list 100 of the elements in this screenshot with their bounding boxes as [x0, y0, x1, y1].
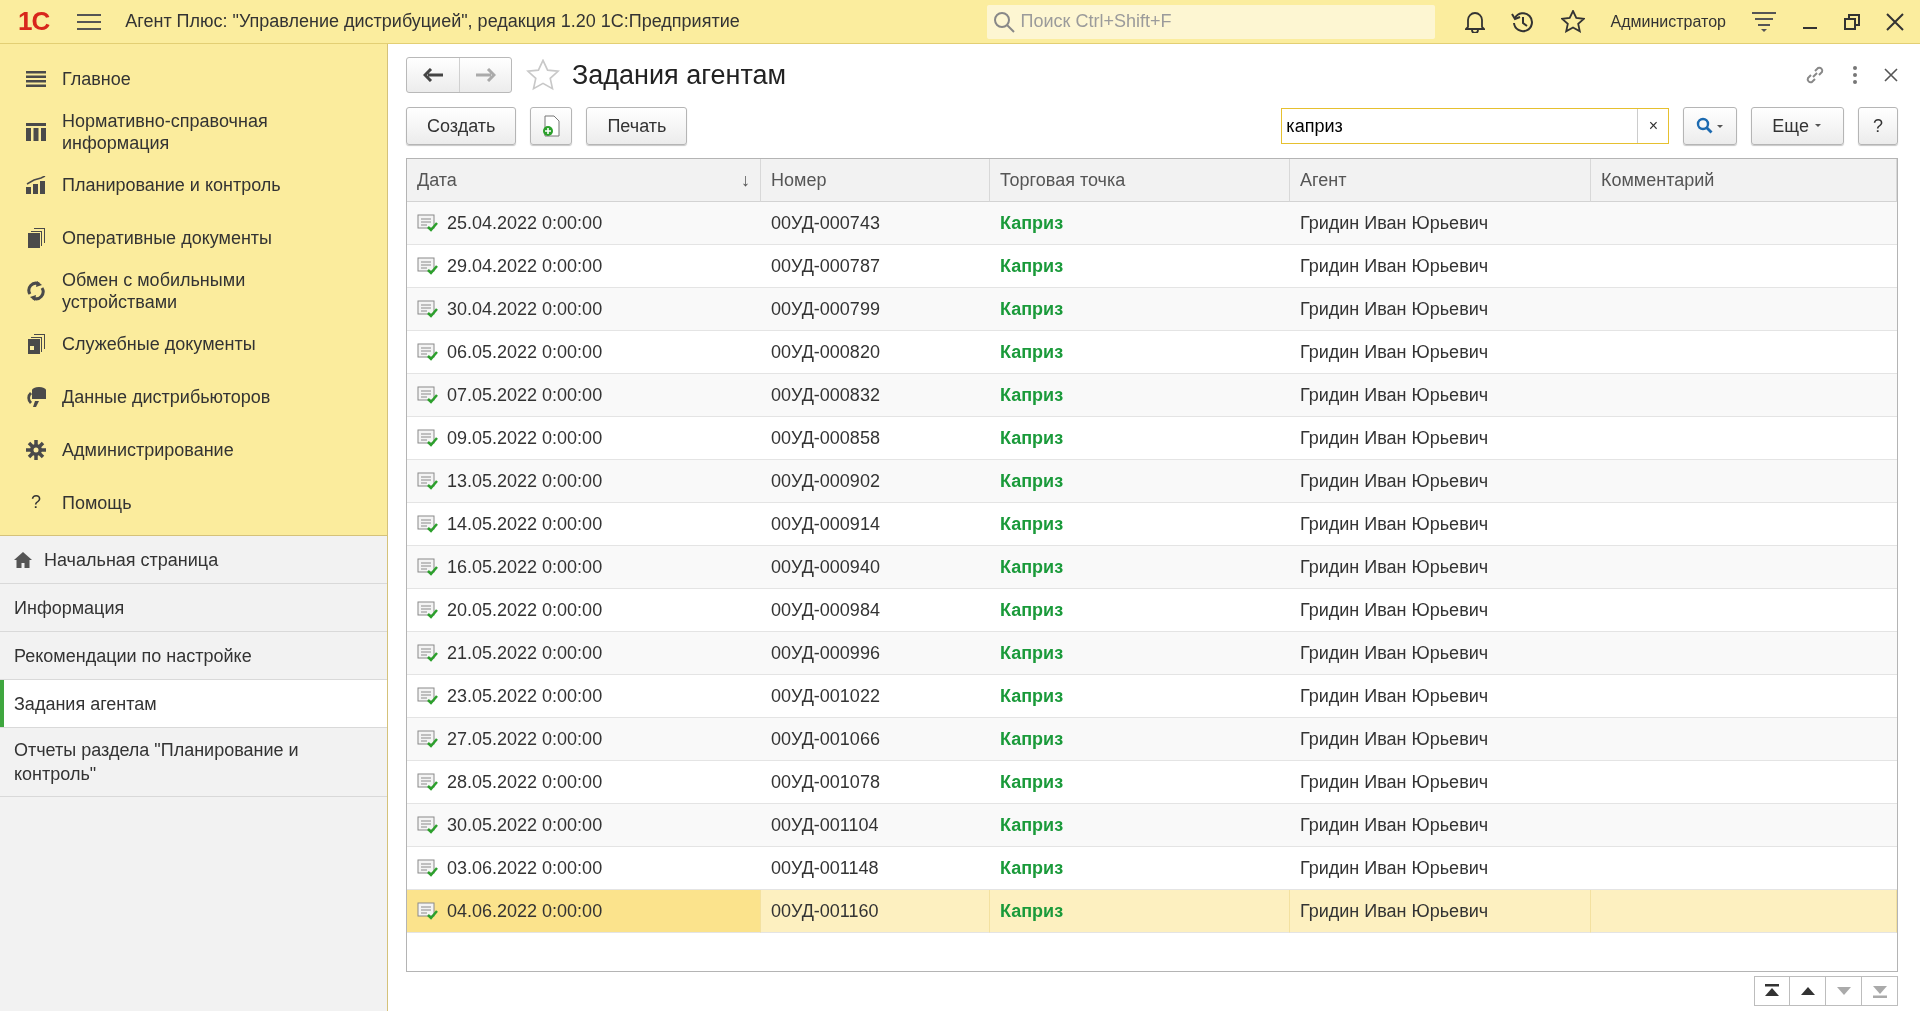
search-field[interactable]: каприз ×	[1281, 108, 1670, 144]
pager-button[interactable]	[1790, 976, 1826, 1006]
section-link[interactable]: Помощь	[62, 491, 132, 514]
table-cell: 16.05.2022 0:00:00	[407, 546, 761, 589]
table-cell: 00УД-000902	[761, 460, 990, 503]
section-link[interactable]: Нормативно-справочная информация	[62, 109, 363, 154]
document-check-icon	[417, 772, 439, 792]
document-check-icon	[417, 901, 439, 921]
right-arrow-icon	[475, 68, 496, 82]
column-header[interactable]: Агент	[1290, 159, 1591, 202]
document-check-icon	[417, 858, 439, 878]
document-check-icon	[417, 471, 439, 491]
document-check-icon	[417, 729, 439, 749]
section-link[interactable]: Главное	[62, 67, 131, 90]
menu-icon[interactable]	[77, 12, 102, 31]
restore-icon[interactable]	[1844, 13, 1860, 30]
table-cell: 25.04.2022 0:00:00	[407, 202, 761, 245]
documents-icon	[26, 333, 46, 354]
columns-icon	[26, 122, 46, 141]
table-cell: 00УД-000743	[761, 202, 990, 245]
document-check-icon	[417, 256, 439, 276]
table-cell: 21.05.2022 0:00:00	[407, 632, 761, 675]
table-cell: Гридин Иван Юрьевич	[1290, 460, 1591, 503]
document-check-icon	[417, 600, 439, 620]
table-cell: Гридин Иван Юрьевич	[1290, 374, 1591, 417]
document-check-icon	[417, 213, 439, 233]
bell-icon[interactable]	[1464, 10, 1485, 33]
clear-button[interactable]: ×	[1637, 109, 1669, 143]
form-title: Задания агентам	[572, 59, 787, 91]
star-icon[interactable]	[1560, 10, 1585, 33]
table-cell: Гридин Иван Юрьевич	[1290, 202, 1591, 245]
table-cell: Каприз	[990, 718, 1290, 761]
section-link[interactable]: Служебные документы	[62, 332, 256, 355]
column-header[interactable]: Торговая точка	[990, 159, 1290, 202]
table-cell: Гридин Иван Юрьевич	[1290, 288, 1591, 331]
sort-indicator: ↓	[741, 169, 750, 191]
table-cell: 30.04.2022 0:00:00	[407, 288, 761, 331]
document-check-icon	[417, 815, 439, 835]
help-button[interactable]: ?	[1858, 107, 1898, 145]
document-check-icon	[417, 385, 439, 405]
user-name[interactable]: Администратор	[1610, 12, 1726, 31]
first-page-icon	[1763, 983, 1781, 999]
document-check-icon	[417, 428, 439, 448]
table-cell: Гридин Иван Юрьевич	[1290, 546, 1591, 589]
open-page-item[interactable]: Задания агентам	[0, 680, 387, 728]
section-link[interactable]: Данные дистрибьюторов	[62, 385, 271, 408]
section-link[interactable]: Оперативные документы	[62, 226, 273, 249]
pager-button[interactable]	[1754, 976, 1790, 1006]
table-cell: Гридин Иван Юрьевич	[1290, 632, 1591, 675]
table-cell: 00УД-000799	[761, 288, 990, 331]
app-title: Агент Плюс: "Управление дистрибуцией", редакция 1.20 1С:Предприятие	[125, 11, 740, 32]
close-icon[interactable]	[1886, 12, 1904, 31]
table-cell: 27.05.2022 0:00:00	[407, 718, 761, 761]
left-arrow-icon	[423, 68, 443, 82]
document-check-icon	[417, 342, 439, 362]
print-button[interactable]: Печать	[586, 107, 688, 145]
menu-lines-icon	[26, 69, 46, 88]
table-cell: 00УД-001160	[761, 890, 990, 933]
table-cell: 00УД-000940	[761, 546, 990, 589]
search-icon	[1696, 117, 1725, 135]
last-page-icon	[1870, 983, 1889, 999]
global-search-field[interactable]: Поиск Ctrl+Shift+F	[986, 4, 1435, 39]
copy-button[interactable]	[530, 107, 573, 145]
section-link[interactable]: Планирование и контроль	[62, 173, 281, 196]
document-check-icon	[417, 643, 439, 663]
history-icon[interactable]	[1510, 9, 1535, 34]
link-icon[interactable]	[1804, 64, 1826, 86]
table-cell: Каприз	[990, 374, 1290, 417]
more-button[interactable]: Еще	[1751, 107, 1844, 145]
search-button[interactable]	[1683, 107, 1738, 145]
documents-icon	[26, 227, 46, 248]
table-cell: 00УД-000996	[761, 632, 990, 675]
add-document-icon	[541, 115, 562, 137]
home-icon	[14, 551, 32, 568]
table-cell: Каприз	[990, 546, 1290, 589]
table-cell: Каприз	[990, 890, 1290, 933]
table-cell: Каприз	[990, 202, 1290, 245]
table-cell: Гридин Иван Юрьевич	[1290, 804, 1591, 847]
table-cell: Каприз	[990, 632, 1290, 675]
table-cell: Гридин Иван Юрьевич	[1290, 718, 1591, 761]
caret-icon	[1813, 123, 1823, 129]
create-button[interactable]: Создать	[406, 107, 517, 145]
table-cell: Каприз	[990, 288, 1290, 331]
funnel-menu-icon[interactable]	[1752, 10, 1776, 33]
bar-chart-icon	[26, 175, 46, 194]
table-cell: 07.05.2022 0:00:00	[407, 374, 761, 417]
section-link[interactable]: Администрирование	[62, 438, 234, 461]
column-header[interactable]: Дата ↓	[407, 159, 761, 202]
table-cell: Каприз	[990, 804, 1290, 847]
column-header[interactable]: Комментарий	[1591, 159, 1897, 202]
table-cell: 30.05.2022 0:00:00	[407, 804, 761, 847]
document-check-icon	[417, 299, 439, 319]
close-icon[interactable]	[1884, 68, 1898, 82]
section-link[interactable]: Обмен с мобильными устройствами	[62, 268, 363, 313]
gear-icon	[26, 439, 46, 460]
sync-icon	[26, 280, 46, 301]
column-header[interactable]: Номер	[761, 159, 990, 202]
more-icon[interactable]	[1852, 66, 1858, 84]
table-cell: 00УД-001066	[761, 718, 990, 761]
table-cell: 00УД-000832	[761, 374, 990, 417]
